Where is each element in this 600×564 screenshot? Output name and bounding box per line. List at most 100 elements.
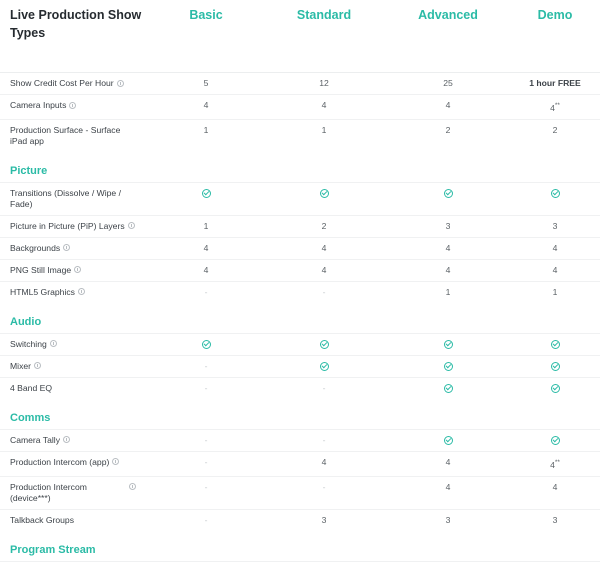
check-circle-icon — [550, 436, 560, 446]
value-cell-advanced: 25 — [443, 78, 453, 88]
feature-label-cell: Camera Tally — [0, 430, 150, 451]
value-cell-advanced: 4 — [445, 481, 451, 492]
value-cell-standard — [262, 183, 386, 204]
value-cell-advanced — [386, 183, 510, 204]
table-row: HTML5 Graphics - - 1 1 — [0, 280, 600, 303]
value-cell-basic: 5 — [203, 78, 209, 88]
value-cell-demo — [510, 183, 600, 204]
table-row: Production Intercom (device***) - - 4 4 — [0, 475, 600, 509]
table-row: Mixer - — [0, 354, 600, 377]
value-cell-basic: - — [204, 286, 208, 297]
value-cell-advanced — [386, 334, 510, 355]
value-cell-demo: 4 — [552, 242, 558, 253]
section-heading-comms: Comms — [10, 411, 51, 424]
info-icon[interactable] — [116, 79, 124, 87]
table-row: Production Intercom (app) - 4 4 4** — [0, 450, 600, 476]
check-circle-icon — [550, 384, 560, 394]
feature-label-text: 4 Band EQ — [10, 382, 53, 393]
value-cell-demo: 4** — [550, 102, 560, 113]
value-cell-advanced: 4 — [445, 100, 451, 110]
value-cell-standard: 1 — [321, 124, 327, 135]
table-row: PNG Still Image 4 4 4 4 — [0, 258, 600, 281]
value-cell-basic: 1 — [203, 124, 209, 135]
info-icon[interactable] — [77, 288, 85, 296]
value-cell-standard: 2 — [321, 220, 327, 231]
check-circle-icon — [443, 384, 453, 394]
info-icon[interactable] — [63, 436, 70, 444]
value-cell-demo: 4 — [552, 264, 558, 275]
feature-label-cell: HTML5 Graphics — [0, 282, 150, 303]
value-cell-demo — [510, 430, 600, 451]
value-cell-advanced: 3 — [445, 514, 451, 525]
info-icon[interactable] — [34, 362, 42, 370]
value-cell-demo: 4 — [552, 481, 558, 492]
table-body: Show Credit Cost Per Hour 5 12 25 1 hour FRE… — [0, 72, 600, 564]
value-cell-basic: 4 — [203, 100, 209, 110]
feature-label-text: Picture in Picture (PiP) Layers — [10, 220, 125, 231]
value-cell-basic — [150, 183, 262, 204]
feature-label-cell: Camera Inputs — [0, 95, 150, 116]
info-icon[interactable] — [74, 266, 82, 274]
value-cell-basic: - — [204, 456, 208, 467]
info-icon[interactable] — [49, 340, 57, 348]
value-cell-basic — [150, 334, 262, 355]
value-cell-basic: - — [204, 360, 208, 371]
check-circle-icon — [550, 189, 560, 199]
value-cell-advanced — [386, 378, 510, 399]
table-row: Backgrounds 4 4 4 4 — [0, 236, 600, 259]
check-circle-icon — [443, 362, 453, 372]
value-cell-standard: 4 — [321, 456, 327, 467]
table-row: 4 Band EQ - - — [0, 376, 600, 399]
value-cell-advanced: 4 — [445, 242, 451, 253]
value-cell-demo: 1 — [552, 286, 558, 297]
footnote-marker: ** — [554, 458, 560, 466]
value-cell-standard: - — [322, 434, 326, 445]
value-cell-advanced: 2 — [445, 124, 451, 135]
check-circle-icon — [550, 362, 560, 372]
table-row: Camera Tally - - — [0, 428, 600, 451]
feature-label-cell: Show Credit Cost Per Hour — [0, 73, 150, 94]
feature-label-cell: Picture in Picture (PiP) Layers — [0, 216, 150, 237]
value-cell-demo: 2 — [552, 124, 558, 135]
info-icon[interactable] — [127, 222, 135, 230]
column-header-basic: Basic — [189, 8, 223, 22]
info-icon[interactable] — [69, 101, 77, 109]
info-icon[interactable] — [112, 458, 120, 466]
check-circle-icon — [550, 340, 560, 350]
check-circle-icon — [443, 436, 453, 446]
feature-label-text: PNG Still Image — [10, 264, 72, 275]
column-header-advanced: Advanced — [418, 8, 478, 22]
value-cell-standard: 4 — [321, 242, 327, 253]
value-cell-demo — [510, 334, 600, 355]
feature-label-text: Production Intercom (app) — [10, 456, 110, 467]
value-cell-demo — [510, 378, 600, 399]
value-cell-demo: 1 hour FREE — [529, 78, 581, 88]
value-cell-standard: 3 — [321, 514, 327, 525]
value-cell-standard: - — [322, 481, 326, 492]
table-row: Camera Inputs 4 4 4 4** — [0, 94, 600, 119]
value-cell-basic: - — [204, 481, 208, 492]
table-row: Talkback Groups - 3 3 3 — [0, 508, 600, 531]
info-icon[interactable] — [63, 244, 71, 252]
value-cell-standard — [262, 356, 386, 377]
feature-label-cell: Production Surface - Surface iPad app — [0, 120, 150, 152]
info-icon[interactable] — [129, 483, 136, 491]
table-header-row: Live Production Show Types Basic Standar… — [0, 0, 600, 42]
value-cell-demo: 3 — [552, 514, 558, 525]
value-cell-standard: 12 — [319, 78, 329, 88]
feature-label-text: Show Credit Cost Per Hour — [10, 78, 114, 88]
value-cell-standard: 4 — [321, 100, 327, 110]
comparison-table: Live Production Show Types Basic Standar… — [0, 0, 600, 564]
feature-label-text: Production Intercom (device***) — [10, 481, 87, 503]
table-row: Transitions (Dissolve / Wipe / Fade) — [0, 181, 600, 215]
check-circle-icon — [319, 362, 329, 372]
check-circle-icon — [201, 189, 211, 199]
table-row: Production Surface - Surface iPad app 1 1 2… — [0, 118, 600, 152]
check-circle-icon — [201, 340, 211, 350]
check-circle-icon — [319, 340, 329, 350]
value-cell-standard: 4 — [321, 264, 327, 275]
feature-label-cell: 4 Band EQ — [0, 378, 150, 399]
feature-label-text: HTML5 Graphics — [10, 286, 75, 297]
value-cell-demo: 4** — [550, 458, 560, 470]
column-header-standard: Standard — [296, 8, 352, 22]
